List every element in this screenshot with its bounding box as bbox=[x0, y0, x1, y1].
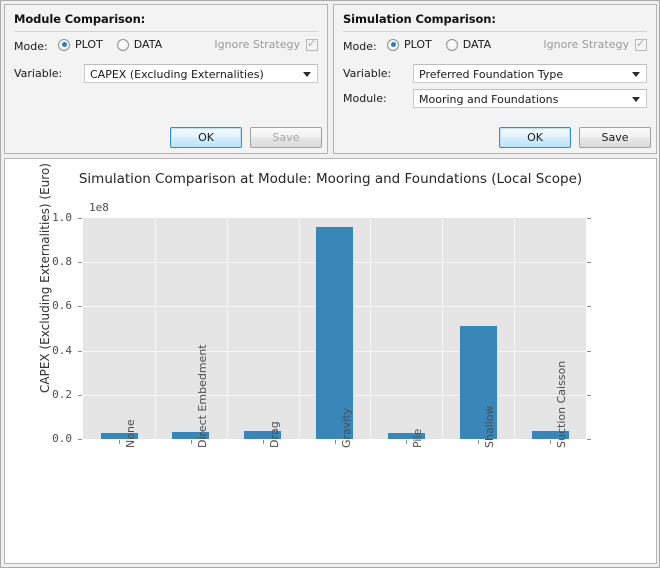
x-gridline bbox=[514, 218, 515, 439]
ignore-strategy-label: Ignore Strategy bbox=[214, 38, 300, 51]
x-gridline bbox=[155, 218, 156, 439]
module-combobox[interactable]: Mooring and Foundations bbox=[413, 89, 647, 108]
chart-title: Simulation Comparison at Module: Mooring… bbox=[5, 171, 656, 187]
save-button[interactable]: Save bbox=[250, 127, 322, 148]
ignore-strategy-checkbox[interactable] bbox=[635, 39, 647, 51]
ignore-strategy-group[interactable]: Ignore Strategy bbox=[543, 38, 647, 51]
radio-option-data[interactable]: DATA bbox=[117, 38, 162, 51]
module-label: Module: bbox=[343, 92, 387, 105]
mode-row: Mode: PLOT DATA Ignore Strategy bbox=[343, 38, 647, 56]
y-axis-tick-mark-right bbox=[587, 395, 591, 396]
module-row: Module: Mooring and Foundations bbox=[343, 90, 647, 108]
y-axis-tick-mark-right bbox=[587, 306, 591, 307]
ignore-strategy-group[interactable]: Ignore Strategy bbox=[214, 38, 318, 51]
mode-radio-group: PLOT DATA bbox=[58, 38, 176, 51]
mode-label: Mode: bbox=[14, 40, 48, 53]
y-axis-tick-mark bbox=[78, 439, 82, 440]
y-axis-tick-label: 0.0 bbox=[52, 432, 72, 445]
y-axis-tick-mark bbox=[78, 395, 82, 396]
radio-data-icon[interactable] bbox=[117, 39, 129, 51]
mode-row: Mode: PLOT DATA Ignore Strategy bbox=[14, 38, 318, 56]
panel-title: Module Comparison: bbox=[14, 12, 145, 26]
y-axis-tick-label: 1.0 bbox=[52, 211, 72, 224]
variable-combobox[interactable]: CAPEX (Excluding Externalities) bbox=[84, 64, 318, 83]
module-comparison-panel: Module Comparison: Mode: PLOT DATA Ignor… bbox=[4, 4, 328, 154]
y-axis-tick-mark bbox=[78, 262, 82, 263]
ok-button[interactable]: OK bbox=[170, 127, 242, 148]
radio-option-plot[interactable]: PLOT bbox=[58, 38, 103, 51]
save-button[interactable]: Save bbox=[579, 127, 651, 148]
x-axis-tick-mark bbox=[478, 440, 479, 444]
x-gridline bbox=[227, 218, 228, 439]
x-axis-tick-label: None bbox=[124, 419, 137, 448]
x-axis-tick-mark bbox=[263, 440, 264, 444]
y-axis-tick-label: 0.6 bbox=[52, 299, 72, 312]
y-axis-tick-mark-right bbox=[587, 262, 591, 263]
x-gridline bbox=[370, 218, 371, 439]
plot-area bbox=[83, 218, 586, 439]
radio-plot-label: PLOT bbox=[404, 38, 432, 51]
chevron-down-icon[interactable] bbox=[632, 72, 640, 77]
y-axis-tick-mark bbox=[78, 218, 82, 219]
y-axis-tick-mark bbox=[78, 351, 82, 352]
variable-label: Variable: bbox=[14, 67, 62, 80]
radio-plot-label: PLOT bbox=[75, 38, 103, 51]
x-axis-tick-mark bbox=[119, 440, 120, 444]
radio-data-icon[interactable] bbox=[446, 39, 458, 51]
radio-option-plot[interactable]: PLOT bbox=[387, 38, 432, 51]
bar-chart-figure: Simulation Comparison at Module: Mooring… bbox=[5, 159, 656, 563]
simulation-comparison-panel: Simulation Comparison: Mode: PLOT DATA I… bbox=[333, 4, 657, 154]
y-axis-tick-mark-right bbox=[587, 351, 591, 352]
x-gridline bbox=[442, 218, 443, 439]
x-axis-tick-label: Gravity bbox=[340, 408, 353, 448]
module-combobox-value: Mooring and Foundations bbox=[419, 93, 558, 106]
mode-radio-group: PLOT DATA bbox=[387, 38, 505, 51]
radio-plot-icon[interactable] bbox=[387, 39, 399, 51]
x-axis-tick-label: Drag bbox=[268, 421, 281, 448]
application-window: Module Comparison: Mode: PLOT DATA Ignor… bbox=[0, 0, 660, 568]
variable-combobox-value: Preferred Foundation Type bbox=[419, 68, 563, 81]
x-axis-tick-label: Suction Caisson bbox=[555, 361, 568, 448]
radio-option-data[interactable]: DATA bbox=[446, 38, 491, 51]
x-axis-tick-mark bbox=[191, 440, 192, 444]
y-axis-tick-label: 0.4 bbox=[52, 344, 72, 357]
x-gridline bbox=[299, 218, 300, 439]
ignore-strategy-label: Ignore Strategy bbox=[543, 38, 629, 51]
variable-label: Variable: bbox=[343, 67, 391, 80]
radio-data-label: DATA bbox=[134, 38, 162, 51]
y-axis-tick-label: 0.2 bbox=[52, 388, 72, 401]
mode-label: Mode: bbox=[343, 40, 377, 53]
panel-divider bbox=[14, 31, 318, 32]
y-axis-tick-label: 0.8 bbox=[52, 255, 72, 268]
variable-row: Variable: CAPEX (Excluding Externalities… bbox=[14, 65, 318, 83]
x-axis-tick-mark bbox=[335, 440, 336, 444]
variable-row: Variable: Preferred Foundation Type bbox=[343, 65, 647, 83]
y-axis-offset-text: 1e8 bbox=[89, 201, 109, 214]
ignore-strategy-checkbox[interactable] bbox=[306, 39, 318, 51]
y-axis-label: CAPEX (Excluding Externalities) (Euro) bbox=[38, 159, 52, 398]
y-axis-tick-mark bbox=[78, 306, 82, 307]
x-axis-tick-label: Pile bbox=[411, 429, 424, 448]
variable-combobox-value: CAPEX (Excluding Externalities) bbox=[90, 68, 264, 81]
panel-divider bbox=[343, 31, 647, 32]
panel-title: Simulation Comparison: bbox=[343, 12, 496, 26]
radio-data-label: DATA bbox=[463, 38, 491, 51]
x-axis-tick-label: Direct Embedment bbox=[196, 344, 209, 448]
x-axis-tick-label: Shallow bbox=[483, 405, 496, 448]
x-axis-tick-mark bbox=[406, 440, 407, 444]
chevron-down-icon[interactable] bbox=[303, 72, 311, 77]
radio-plot-icon[interactable] bbox=[58, 39, 70, 51]
chart-panel: Simulation Comparison at Module: Mooring… bbox=[4, 158, 657, 564]
ok-button[interactable]: OK bbox=[499, 127, 571, 148]
y-axis-tick-mark-right bbox=[587, 218, 591, 219]
chevron-down-icon[interactable] bbox=[632, 97, 640, 102]
x-axis-tick-mark bbox=[550, 440, 551, 444]
x-axis-end-tick bbox=[587, 439, 591, 440]
variable-combobox[interactable]: Preferred Foundation Type bbox=[413, 64, 647, 83]
